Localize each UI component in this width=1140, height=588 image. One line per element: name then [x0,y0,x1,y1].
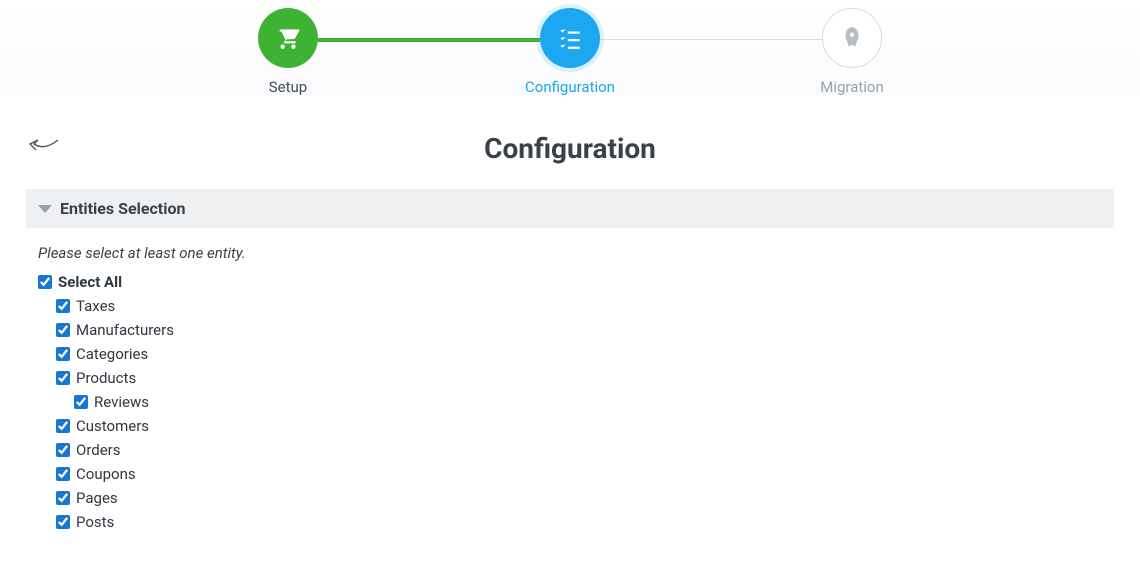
entity-row: Orders [38,438,1130,462]
entity-row: Manufacturers [38,318,1130,342]
list-check-icon [557,25,583,51]
entities-section-title: Entities Selection [60,199,185,218]
back-button[interactable] [28,132,60,156]
entity-checkbox[interactable] [56,323,70,337]
step-migration-label: Migration [820,78,884,96]
entity-checkbox[interactable] [56,467,70,481]
step-setup[interactable]: Setup [147,8,429,96]
entity-checkbox[interactable] [56,419,70,433]
connector-1 [318,38,540,42]
entity-row: Coupons [38,462,1130,486]
entity-row: Reviews [38,390,1130,414]
entity-label: Reviews [94,393,149,411]
entity-checkbox[interactable] [56,515,70,529]
rocket-icon [839,25,865,51]
entity-row: Products [38,366,1130,390]
stepper: Setup Configuration Migration [0,0,1140,96]
entity-checkbox[interactable] [74,395,88,409]
entity-row: Taxes [38,294,1130,318]
entity-label: Products [76,369,136,387]
connector-2 [600,39,822,40]
chevron-down-icon [38,205,52,213]
entity-label: Posts [76,513,114,531]
step-configuration-label: Configuration [525,78,615,96]
entity-row: Customers [38,414,1130,438]
entity-label: Coupons [76,465,136,483]
step-migration-circle [822,8,882,68]
entity-checkbox[interactable] [56,491,70,505]
entity-row: Posts [38,510,1130,534]
step-configuration-circle [540,8,600,68]
select-all-row: Select All [38,270,1130,294]
entity-row: Pages [38,486,1130,510]
entity-checkbox[interactable] [56,347,70,361]
configuration-card: Configuration Entities Selection Please … [10,114,1130,534]
select-all-checkbox[interactable] [38,275,52,289]
entity-label: Taxes [76,297,115,315]
entity-checkbox[interactable] [56,443,70,457]
page-title: Configuration [26,126,1114,179]
step-configuration[interactable]: Configuration [429,8,711,96]
entity-label: Pages [76,489,118,507]
back-arrow-icon [28,132,60,156]
step-setup-label: Setup [269,78,307,96]
entity-checkbox[interactable] [56,371,70,385]
entity-label: Categories [76,345,148,363]
card-header: Configuration [10,114,1130,189]
entities-tree: Select All Taxes Manufacturers Categories P… [10,270,1130,534]
entity-checkbox[interactable] [56,299,70,313]
step-setup-circle [258,8,318,68]
entity-label: Manufacturers [76,321,174,339]
entity-label: Customers [76,417,149,435]
step-migration[interactable]: Migration [711,8,993,96]
entity-row: Categories [38,342,1130,366]
select-all-label: Select All [58,273,122,291]
entities-hint: Please select at least one entity. [10,228,1130,270]
entities-section-header[interactable]: Entities Selection [26,189,1114,228]
cart-icon [275,25,301,51]
entity-label: Orders [76,441,121,459]
